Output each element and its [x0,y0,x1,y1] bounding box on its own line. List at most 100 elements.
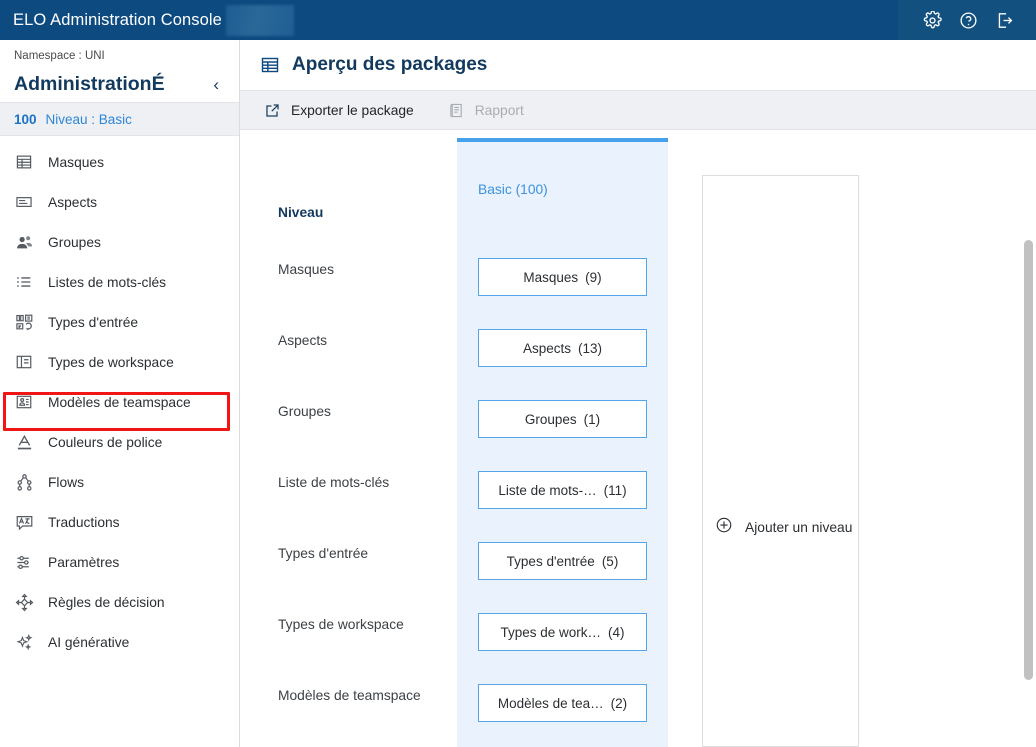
package-chip-liste-de-mots-cles[interactable]: Liste de mots-… (11) [478,471,647,509]
export-package-label: Exporter le package [291,102,414,118]
report-label: Rapport [474,102,524,118]
chip-count: (5) [601,553,619,569]
sidebar-item-label: Listes de mots-clés [48,274,167,290]
app-title: ELO Administration Console [13,10,222,29]
teamspace-template-icon [14,392,34,412]
table-icon [260,55,280,75]
page-title: Aperçu des packages [292,54,488,75]
package-column-basic: Basic (100) Masques (9) Aspects (13) Gro… [457,138,668,747]
sidebar-item-masques[interactable]: Masques [0,142,239,182]
app-root: ELO Administration Console Namespace: U… [0,0,1036,747]
chip-count: (13) [578,340,603,356]
row-label-types-dentree: Types d'entrée [278,546,369,561]
sidebar-item-label: Règles de décision [48,594,165,610]
sidebar-item-flows[interactable]: Flows [0,462,239,502]
chip-label: Modèles de tea… [497,695,604,711]
add-level-panel: Ajouter un niveau [702,175,859,747]
sparkle-icon [14,632,34,652]
row-label-liste-de-mots-cles: Liste de mots-clés [278,475,390,490]
level-number: 100 [14,111,37,127]
package-chip-modeles-de-teamspace[interactable]: Modèles de tea… (2) [478,684,647,722]
package-chip-groupes[interactable]: Groupes (1) [478,400,647,438]
row-label-modeles-de-teamspace: Modèles de teamspace [278,688,421,703]
sidebar-item-label: Aspects [48,194,98,210]
chip-label: Groupes [524,411,577,427]
sidebar-item-groupes[interactable]: Groupes [0,222,239,262]
chip-label: Masques [523,269,579,285]
chevron-left-icon[interactable]: ‹ [209,74,223,95]
sidebar-item-label: Types d'entrée [48,314,139,330]
sidebar-item-label: Modèles de teamspace [48,394,191,410]
namespace-label: Namespace : UNI [14,50,105,62]
sidebar-item-regles-de-decision[interactable]: Règles de décision [0,582,239,622]
sidebar-item-types-dentree[interactable]: Types d'entrée [0,302,239,342]
package-chip-aspects[interactable]: Aspects (13) [478,329,647,367]
sidebar-item-label: Couleurs de police [48,434,163,450]
package-column-title: Basic (100) [478,182,548,197]
sidebar-item-label: AI générative [48,634,130,650]
sidebar-item-modeles-de-teamspace[interactable]: Modèles de teamspace [0,382,239,422]
package-chip-masques[interactable]: Masques (9) [478,258,647,296]
help-button[interactable] [950,0,986,40]
sidebar-nav: Masques Aspects Groupes Listes de mots-c… [0,136,239,662]
redacted-region [225,4,294,36]
sidebar-item-types-de-workspace[interactable]: Types de workspace [0,342,239,382]
row-label-groupes: Groupes [278,404,331,419]
sidebar-item-label: Paramètres [48,554,120,570]
row-label-masques: Masques [278,262,334,277]
flow-icon [14,472,34,492]
sidebar-item-parametres[interactable]: Paramètres [0,542,239,582]
row-label-types-de-workspace: Types de workspace [278,617,404,632]
list-icon [14,272,34,292]
chip-count: (1) [583,411,601,427]
chip-count: (2) [610,695,628,711]
row-label-aspects: Aspects [278,333,328,348]
sidebar-title-row: AdministrationÉ ‹ [0,62,239,102]
chip-count: (9) [585,269,602,285]
workspace-icon [14,352,34,372]
package-chip-types-de-workspace[interactable]: Types de work… (4) [478,613,647,651]
row-label-niveau: Niveau [278,205,324,220]
logout-button[interactable] [986,0,1022,40]
export-package-button[interactable]: Exporter le package [264,102,414,119]
add-level-button[interactable]: Ajouter un niveau [715,516,852,539]
chip-label: Types de work… [500,624,602,640]
sidebar-item-label: Traductions [48,514,120,530]
sliders-icon [14,552,34,572]
sidebar-item-couleurs-de-police[interactable]: Couleurs de police [0,422,239,462]
question-circle-icon [959,11,978,30]
packages-board: Niveau Masques Aspects Groupes Liste de … [240,130,1036,747]
page-header: Aperçu des packages [240,40,1036,90]
sidebar-item-traductions[interactable]: Traductions [0,502,239,542]
vertical-scrollbar[interactable] [1021,220,1036,747]
decision-icon [14,592,34,612]
sidebar-item-aspects[interactable]: Aspects [0,182,239,222]
sidebar-title: AdministrationÉ [14,72,165,95]
package-chip-types-dentree[interactable]: Types d'entrée (5) [478,542,647,580]
sidebar: Namespace : UNI AdministrationÉ ‹ 100 Ni… [0,40,240,747]
logout-icon [995,11,1014,30]
settings-button[interactable] [914,0,950,40]
main-toolbar: Exporter le package Rapport [240,90,1036,130]
sidebar-item-listes-de-mots-cles[interactable]: Listes de mots-clés [0,262,239,302]
external-link-icon [264,102,281,119]
chip-label: Aspects [522,340,571,356]
sidebar-item-label: Masques [48,154,104,170]
level-selector[interactable]: 100 Niveau : Basic [0,102,239,136]
chip-count: (11) [603,482,627,498]
users-icon [14,232,34,252]
entry-types-icon [14,312,34,332]
chip-count: (4) [608,624,625,640]
top-bar-actions [898,0,1036,40]
plus-circle-icon [715,516,733,539]
translate-icon [14,512,34,532]
sidebar-item-ai-generative[interactable]: AI générative [0,622,239,662]
report-icon [448,102,465,119]
level-label: Niveau : Basic [45,111,132,127]
scrollbar-thumb[interactable] [1024,240,1033,680]
table-icon [14,152,34,172]
chip-label: Types d'entrée [506,553,595,569]
sidebar-item-label: Types de workspace [48,354,174,370]
report-button[interactable]: Rapport [448,102,524,119]
font-color-icon [14,432,34,452]
